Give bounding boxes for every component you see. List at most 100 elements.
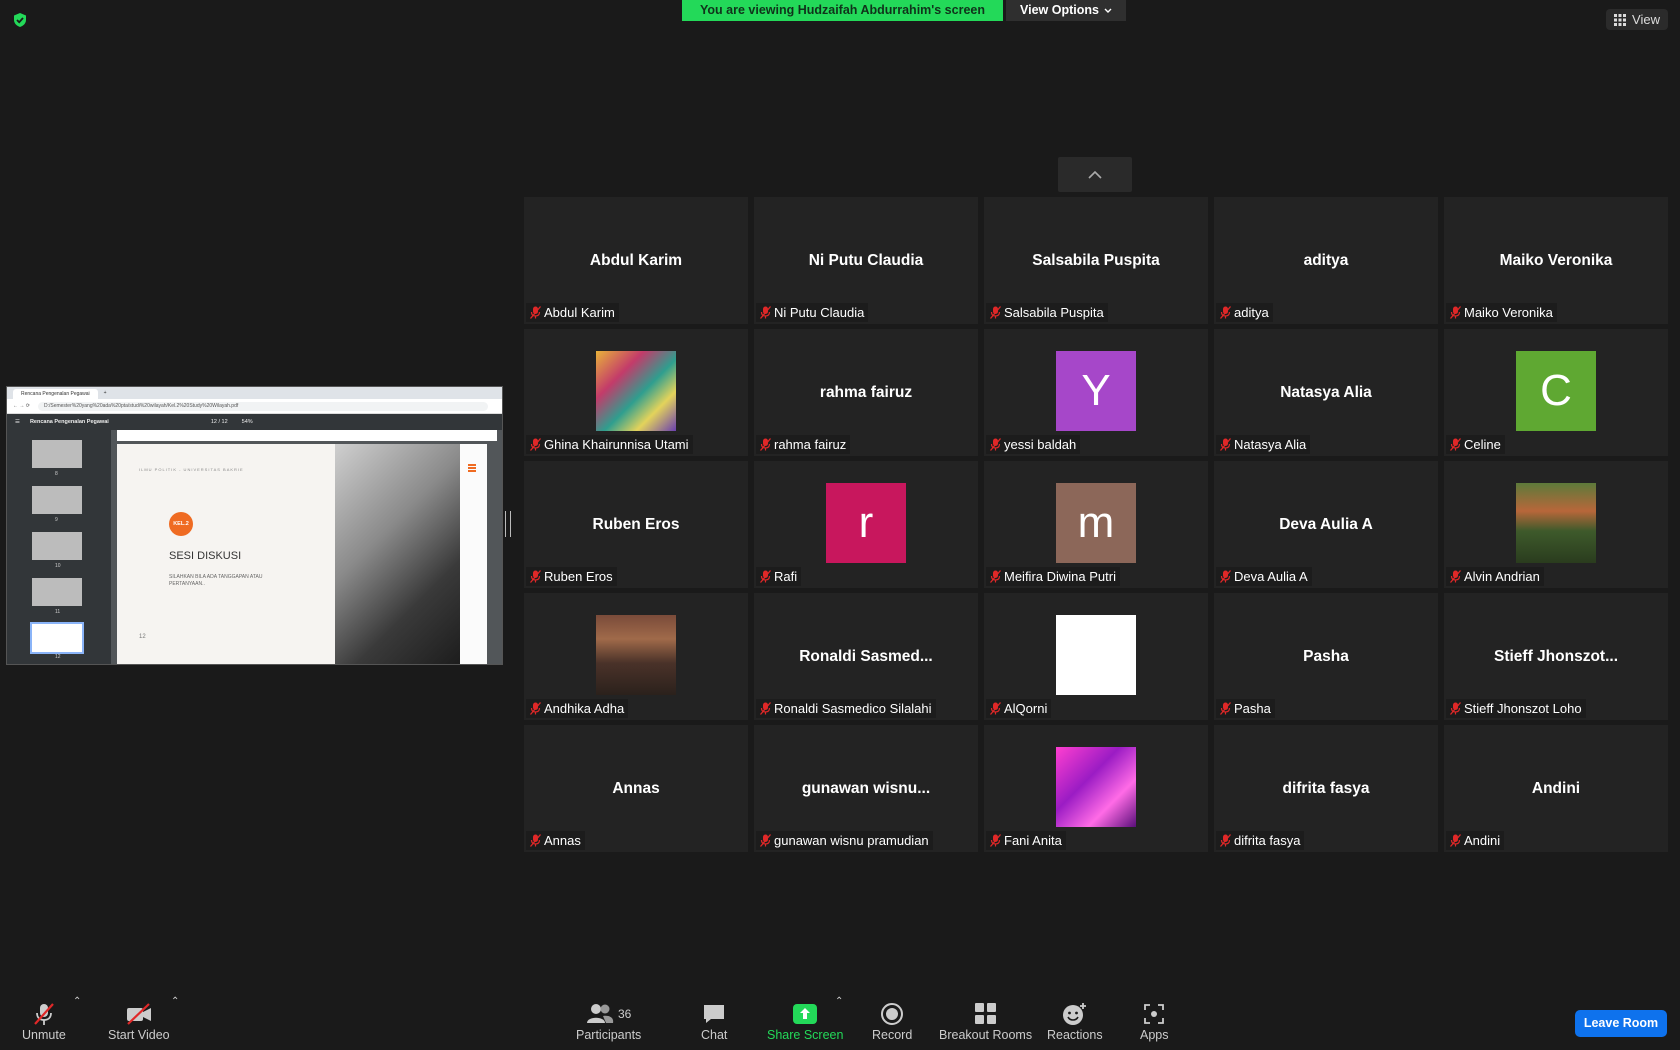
- pdf-thumbnails: 8 9 10 11 12: [7, 430, 111, 664]
- participant-tile[interactable]: rahma fairuz rahma fairuz: [754, 329, 978, 456]
- participant-name-label: difrita fasya: [1216, 831, 1305, 850]
- chat-label: Chat: [701, 1028, 728, 1042]
- pdf-doc-title: Rencana Pengenalan Pegawai: [29, 419, 109, 425]
- participant-name-text: Fani Anita: [1004, 833, 1062, 848]
- participants-button[interactable]: 36 Participants: [576, 1000, 641, 1042]
- reactions-label: Reactions: [1047, 1028, 1103, 1042]
- pdf-thumbnail-number: 8: [55, 471, 58, 477]
- participant-name-text: AlQorni: [1004, 701, 1048, 716]
- participant-tile[interactable]: Ronaldi Sasmed... Ronaldi Sasmedico Silal…: [754, 593, 978, 720]
- participant-display-name: Stieff Jhonszot...: [1494, 648, 1618, 665]
- participant-name-label: Ruben Eros: [526, 567, 617, 586]
- participant-tile[interactable]: gunawan wisnu... gunawan wisnu pramudian: [754, 725, 978, 852]
- participant-tile[interactable]: Ghina Khairunnisa Utami: [524, 329, 748, 456]
- mic-muted-icon: [990, 570, 1001, 583]
- participant-name-label: Ni Putu Claudia: [756, 303, 869, 322]
- participant-avatar-photo: [596, 615, 676, 695]
- participant-display-name: Andini: [1531, 780, 1581, 797]
- mic-muted-icon: [1220, 438, 1231, 451]
- participant-name-text: Deva Aulia A: [1234, 569, 1308, 584]
- participant-tile[interactable]: Pasha Pasha: [1214, 593, 1438, 720]
- participant-tile[interactable]: Yyessi baldah: [984, 329, 1208, 456]
- participant-tile[interactable]: aditya aditya: [1214, 197, 1438, 324]
- participant-tile[interactable]: Stieff Jhonszot... Stieff Jhonszot Loho: [1444, 593, 1668, 720]
- participant-tile[interactable]: Alvin Andrian: [1444, 461, 1668, 588]
- mic-muted-icon: [1450, 306, 1461, 319]
- participant-name-text: Andini: [1464, 833, 1501, 848]
- participant-tile[interactable]: AlQorni: [984, 593, 1208, 720]
- chevron-up-icon: [1088, 170, 1102, 179]
- view-options-button[interactable]: View Options: [1006, 0, 1126, 21]
- video-options-caret-icon[interactable]: ⌃: [171, 996, 179, 1007]
- participant-tile[interactable]: Ni Putu Claudia Ni Putu Claudia: [754, 197, 978, 324]
- leave-room-button[interactable]: Leave Room: [1575, 1010, 1667, 1037]
- participant-display-name: Natasya Alia: [1280, 384, 1372, 401]
- participant-name-text: aditya: [1234, 305, 1269, 320]
- participant-name-label: Deva Aulia A: [1216, 567, 1312, 586]
- apps-button[interactable]: Apps: [1140, 1000, 1169, 1042]
- participant-name-label: Meifira Diwina Putri: [986, 567, 1120, 586]
- mic-muted-icon: [760, 570, 771, 583]
- participant-tile[interactable]: Annas Annas: [524, 725, 748, 852]
- mic-muted-icon: [1220, 306, 1231, 319]
- record-button[interactable]: Record: [872, 1000, 912, 1042]
- participant-name-label: aditya: [1216, 303, 1273, 322]
- participant-name-label: Annas: [526, 831, 585, 850]
- unmute-button[interactable]: Unmute: [22, 1000, 66, 1042]
- pdf-zoom-level: 54%: [241, 419, 253, 425]
- share-screen-button[interactable]: Share Screen: [767, 1000, 843, 1042]
- participant-name-label: Andini: [1446, 831, 1505, 850]
- shared-screen-view[interactable]: Rencana Pengenalan Pegawai + ← → ⟳ D:/Se…: [6, 386, 503, 665]
- participant-name-text: Ruben Eros: [544, 569, 613, 584]
- slide-badge: KEL.2: [169, 512, 193, 536]
- participant-tile[interactable]: Fani Anita: [984, 725, 1208, 852]
- participant-tile[interactable]: Salsabila Puspita Salsabila Puspita: [984, 197, 1208, 324]
- reactions-button[interactable]: Reactions: [1047, 1000, 1103, 1042]
- audio-options-caret-icon[interactable]: ⌃: [73, 996, 81, 1007]
- participant-tile[interactable]: difrita fasya difrita fasya: [1214, 725, 1438, 852]
- participant-tile[interactable]: Maiko Veronika Maiko Veronika: [1444, 197, 1668, 324]
- mic-muted-icon: [760, 834, 771, 847]
- participant-tile[interactable]: r Rafi: [754, 461, 978, 588]
- participant-tile[interactable]: Andini Andini: [1444, 725, 1668, 852]
- participant-name-text: Abdul Karim: [544, 305, 615, 320]
- participant-name-label: rahma fairuz: [756, 435, 851, 454]
- resize-handle[interactable]: [505, 511, 511, 537]
- breakout-rooms-button[interactable]: Breakout Rooms: [939, 1000, 1032, 1042]
- participant-tile[interactable]: Ruben Eros Ruben Eros: [524, 461, 748, 588]
- presentation-slide: ILMU POLITIK - UNIVERSITAS BAKRIE KEL.2 …: [117, 444, 487, 664]
- participant-name-label: gunawan wisnu pramudian: [756, 831, 933, 850]
- chevron-down-icon: [1104, 8, 1112, 13]
- view-layout-button[interactable]: View: [1606, 9, 1668, 30]
- collapse-gallery-button[interactable]: [1058, 157, 1132, 192]
- participant-tile[interactable]: Abdul Karim Abdul Karim: [524, 197, 748, 324]
- participant-display-name: difrita fasya: [1282, 780, 1370, 797]
- participant-tile[interactable]: Natasya Alia Natasya Alia: [1214, 329, 1438, 456]
- share-options-caret-icon[interactable]: ⌃: [835, 996, 843, 1007]
- url-field: D:/Semester%20yang%20ada%20pta/studi%20w…: [37, 401, 488, 411]
- view-options-label: View Options: [1020, 3, 1099, 17]
- participant-name-text: Ronaldi Sasmedico Silalahi: [774, 701, 932, 716]
- participant-avatar-letter: C: [1516, 351, 1596, 431]
- security-shield-icon[interactable]: [12, 12, 28, 28]
- participant-name-label: Ghina Khairunnisa Utami: [526, 435, 693, 454]
- participant-name-text: difrita fasya: [1234, 833, 1301, 848]
- start-video-button[interactable]: Start Video: [108, 1000, 170, 1042]
- participant-tile[interactable]: C Celine: [1444, 329, 1668, 456]
- chat-button[interactable]: Chat: [701, 1000, 727, 1042]
- pdf-thumbnail-number: 10: [55, 563, 61, 569]
- share-screen-icon: [793, 1004, 818, 1024]
- participant-name-label: Ronaldi Sasmedico Silalahi: [756, 699, 936, 718]
- participant-name-text: Pasha: [1234, 701, 1271, 716]
- participant-tile[interactable]: m Meifira Diwina Putri: [984, 461, 1208, 588]
- participant-name-text: yessi baldah: [1004, 437, 1077, 452]
- pdf-thumbnail: [32, 486, 82, 514]
- participant-tile[interactable]: Deva Aulia A Deva Aulia A: [1214, 461, 1438, 588]
- previous-page-edge: [117, 430, 497, 441]
- participant-avatar-letter: Y: [1056, 351, 1136, 431]
- browser-url-bar: ← → ⟳ D:/Semester%20yang%20ada%20pta/stu…: [7, 399, 502, 414]
- participant-name-text: Meifira Diwina Putri: [1004, 569, 1116, 584]
- participant-tile[interactable]: Andhika Adha: [524, 593, 748, 720]
- participant-name-text: rahma fairuz: [774, 437, 847, 452]
- breakout-rooms-icon: [974, 1003, 996, 1024]
